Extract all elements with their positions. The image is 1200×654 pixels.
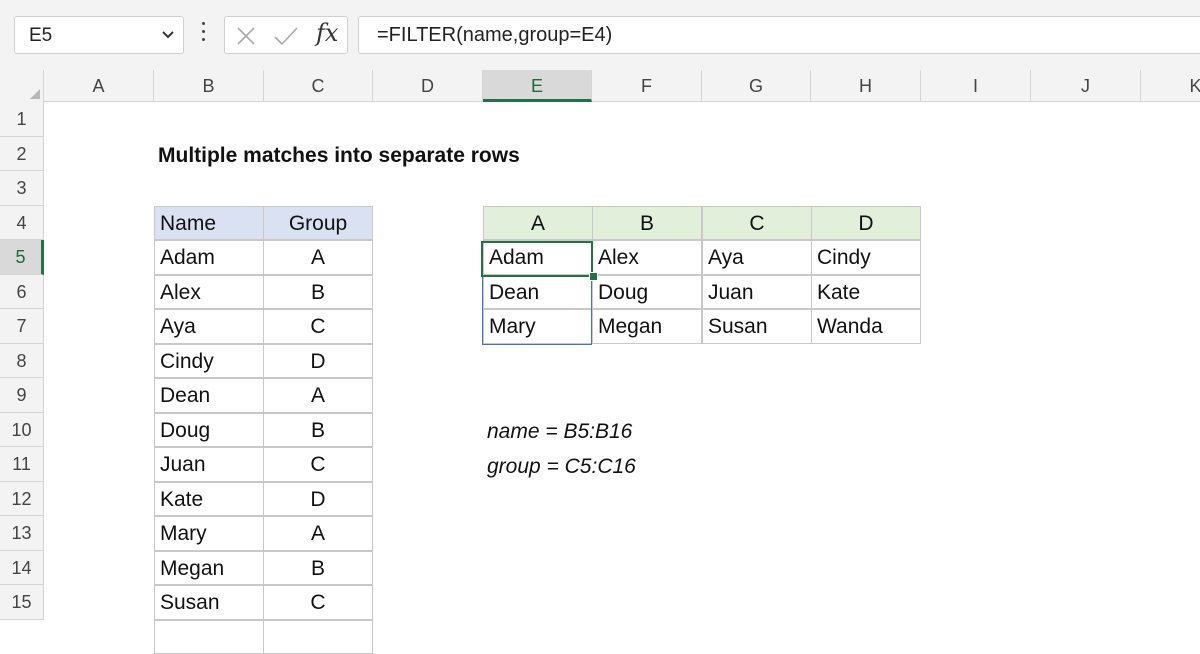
result-cell[interactable]: Mary bbox=[483, 309, 593, 344]
fx-icon[interactable]: fx bbox=[316, 19, 338, 47]
name-cell[interactable]: Doug bbox=[154, 413, 264, 448]
name-cell[interactable]: Mary bbox=[154, 516, 264, 551]
sheet-title[interactable]: Multiple matches into separate rows bbox=[158, 144, 520, 168]
result-cell[interactable]: Susan bbox=[702, 309, 812, 344]
name-cell[interactable]: Alex bbox=[154, 275, 264, 310]
group-cell[interactable]: A bbox=[263, 240, 373, 275]
row-header-15[interactable]: 15 bbox=[0, 585, 44, 620]
column-header-f[interactable]: F bbox=[592, 70, 702, 102]
empty-cell[interactable] bbox=[263, 620, 373, 654]
column-header-c[interactable]: C bbox=[264, 70, 373, 102]
name-cell[interactable]: Kate bbox=[154, 482, 264, 517]
result-cell[interactable]: Megan bbox=[592, 309, 702, 344]
empty-cell[interactable] bbox=[154, 620, 264, 654]
result-header-cell[interactable]: A bbox=[483, 206, 593, 241]
result-cell[interactable]: Cindy bbox=[811, 240, 921, 275]
result-cell[interactable]: Wanda bbox=[811, 309, 921, 344]
row-header-7[interactable]: 7 bbox=[0, 309, 44, 344]
row-header-10[interactable]: 10 bbox=[0, 413, 44, 448]
named-range-note[interactable]: name = B5:B16 bbox=[487, 420, 632, 444]
group-cell[interactable]: C bbox=[263, 585, 373, 620]
row-header-5[interactable]: 5 bbox=[0, 240, 44, 275]
result-cell[interactable]: Dean bbox=[483, 275, 593, 310]
result-header-cell[interactable]: B bbox=[592, 206, 702, 241]
row-header-9[interactable]: 9 bbox=[0, 378, 44, 413]
group-cell[interactable]: C bbox=[263, 309, 373, 344]
column-header-g[interactable]: G bbox=[702, 70, 811, 102]
column-header-b[interactable]: B bbox=[154, 70, 264, 102]
result-cell[interactable]: Doug bbox=[592, 275, 702, 310]
column-header-h[interactable]: H bbox=[811, 70, 921, 102]
group-cell[interactable]: B bbox=[263, 551, 373, 586]
name-cell[interactable]: Adam bbox=[154, 240, 264, 275]
cancel-x-icon[interactable] bbox=[235, 25, 257, 47]
formula-text[interactable]: =FILTER(name,group=E4) bbox=[377, 24, 612, 47]
group-cell[interactable]: B bbox=[263, 413, 373, 448]
result-cell[interactable]: Aya bbox=[702, 240, 812, 275]
result-cell[interactable]: Alex bbox=[592, 240, 702, 275]
column-header-i[interactable]: I bbox=[921, 70, 1031, 102]
result-cell[interactable]: Kate bbox=[811, 275, 921, 310]
group-cell[interactable]: D bbox=[263, 482, 373, 517]
column-header-d[interactable]: D bbox=[373, 70, 483, 102]
chevron-down-icon[interactable] bbox=[161, 27, 175, 41]
formula-input[interactable]: =FILTER(name,group=E4) bbox=[358, 16, 1200, 54]
name-box-value[interactable]: E5 bbox=[29, 25, 52, 47]
column-header-a[interactable]: A bbox=[44, 70, 154, 102]
name-cell[interactable]: Cindy bbox=[154, 344, 264, 379]
group-cell[interactable]: A bbox=[263, 516, 373, 551]
select-all-triangle-icon bbox=[30, 89, 40, 99]
column-header-e[interactable]: E bbox=[483, 70, 592, 102]
name-cell[interactable]: Megan bbox=[154, 551, 264, 586]
row-header-6[interactable]: 6 bbox=[0, 275, 44, 310]
group-cell[interactable]: A bbox=[263, 378, 373, 413]
result-header-cell[interactable]: D bbox=[811, 206, 921, 241]
table-header-cell[interactable]: Group bbox=[263, 206, 373, 241]
result-header-cell[interactable]: C bbox=[702, 206, 812, 241]
row-header-11[interactable]: 11 bbox=[0, 447, 44, 482]
name-cell[interactable]: Dean bbox=[154, 378, 264, 413]
fill-handle[interactable] bbox=[589, 272, 598, 281]
group-cell[interactable]: D bbox=[263, 344, 373, 379]
result-cell[interactable]: Juan bbox=[702, 275, 812, 310]
row-header-14[interactable]: 14 bbox=[0, 551, 44, 586]
group-cell[interactable]: C bbox=[263, 447, 373, 482]
named-range-note[interactable]: group = C5:C16 bbox=[487, 455, 636, 479]
column-header-k[interactable]: K bbox=[1141, 70, 1200, 102]
name-cell[interactable]: Susan bbox=[154, 585, 264, 620]
name-cell[interactable]: Aya bbox=[154, 309, 264, 344]
select-all-button[interactable] bbox=[0, 70, 44, 102]
column-header-j[interactable]: J bbox=[1031, 70, 1141, 102]
formula-buttons: fx bbox=[224, 16, 348, 54]
vertical-dots-icon[interactable] bbox=[198, 22, 208, 48]
row-header-8[interactable]: 8 bbox=[0, 344, 44, 379]
group-cell[interactable]: B bbox=[263, 275, 373, 310]
row-header-13[interactable]: 13 bbox=[0, 516, 44, 551]
enter-check-icon[interactable] bbox=[273, 25, 299, 47]
table-header-cell[interactable]: Name bbox=[154, 206, 264, 241]
row-header-1[interactable]: 1 bbox=[0, 102, 44, 137]
name-cell[interactable]: Juan bbox=[154, 447, 264, 482]
name-box[interactable]: E5 bbox=[14, 16, 184, 54]
row-header-12[interactable]: 12 bbox=[0, 482, 44, 517]
row-header-2[interactable]: 2 bbox=[0, 137, 44, 172]
result-cell[interactable]: Adam bbox=[483, 240, 593, 275]
row-header-3[interactable]: 3 bbox=[0, 171, 44, 206]
row-header-4[interactable]: 4 bbox=[0, 206, 44, 241]
